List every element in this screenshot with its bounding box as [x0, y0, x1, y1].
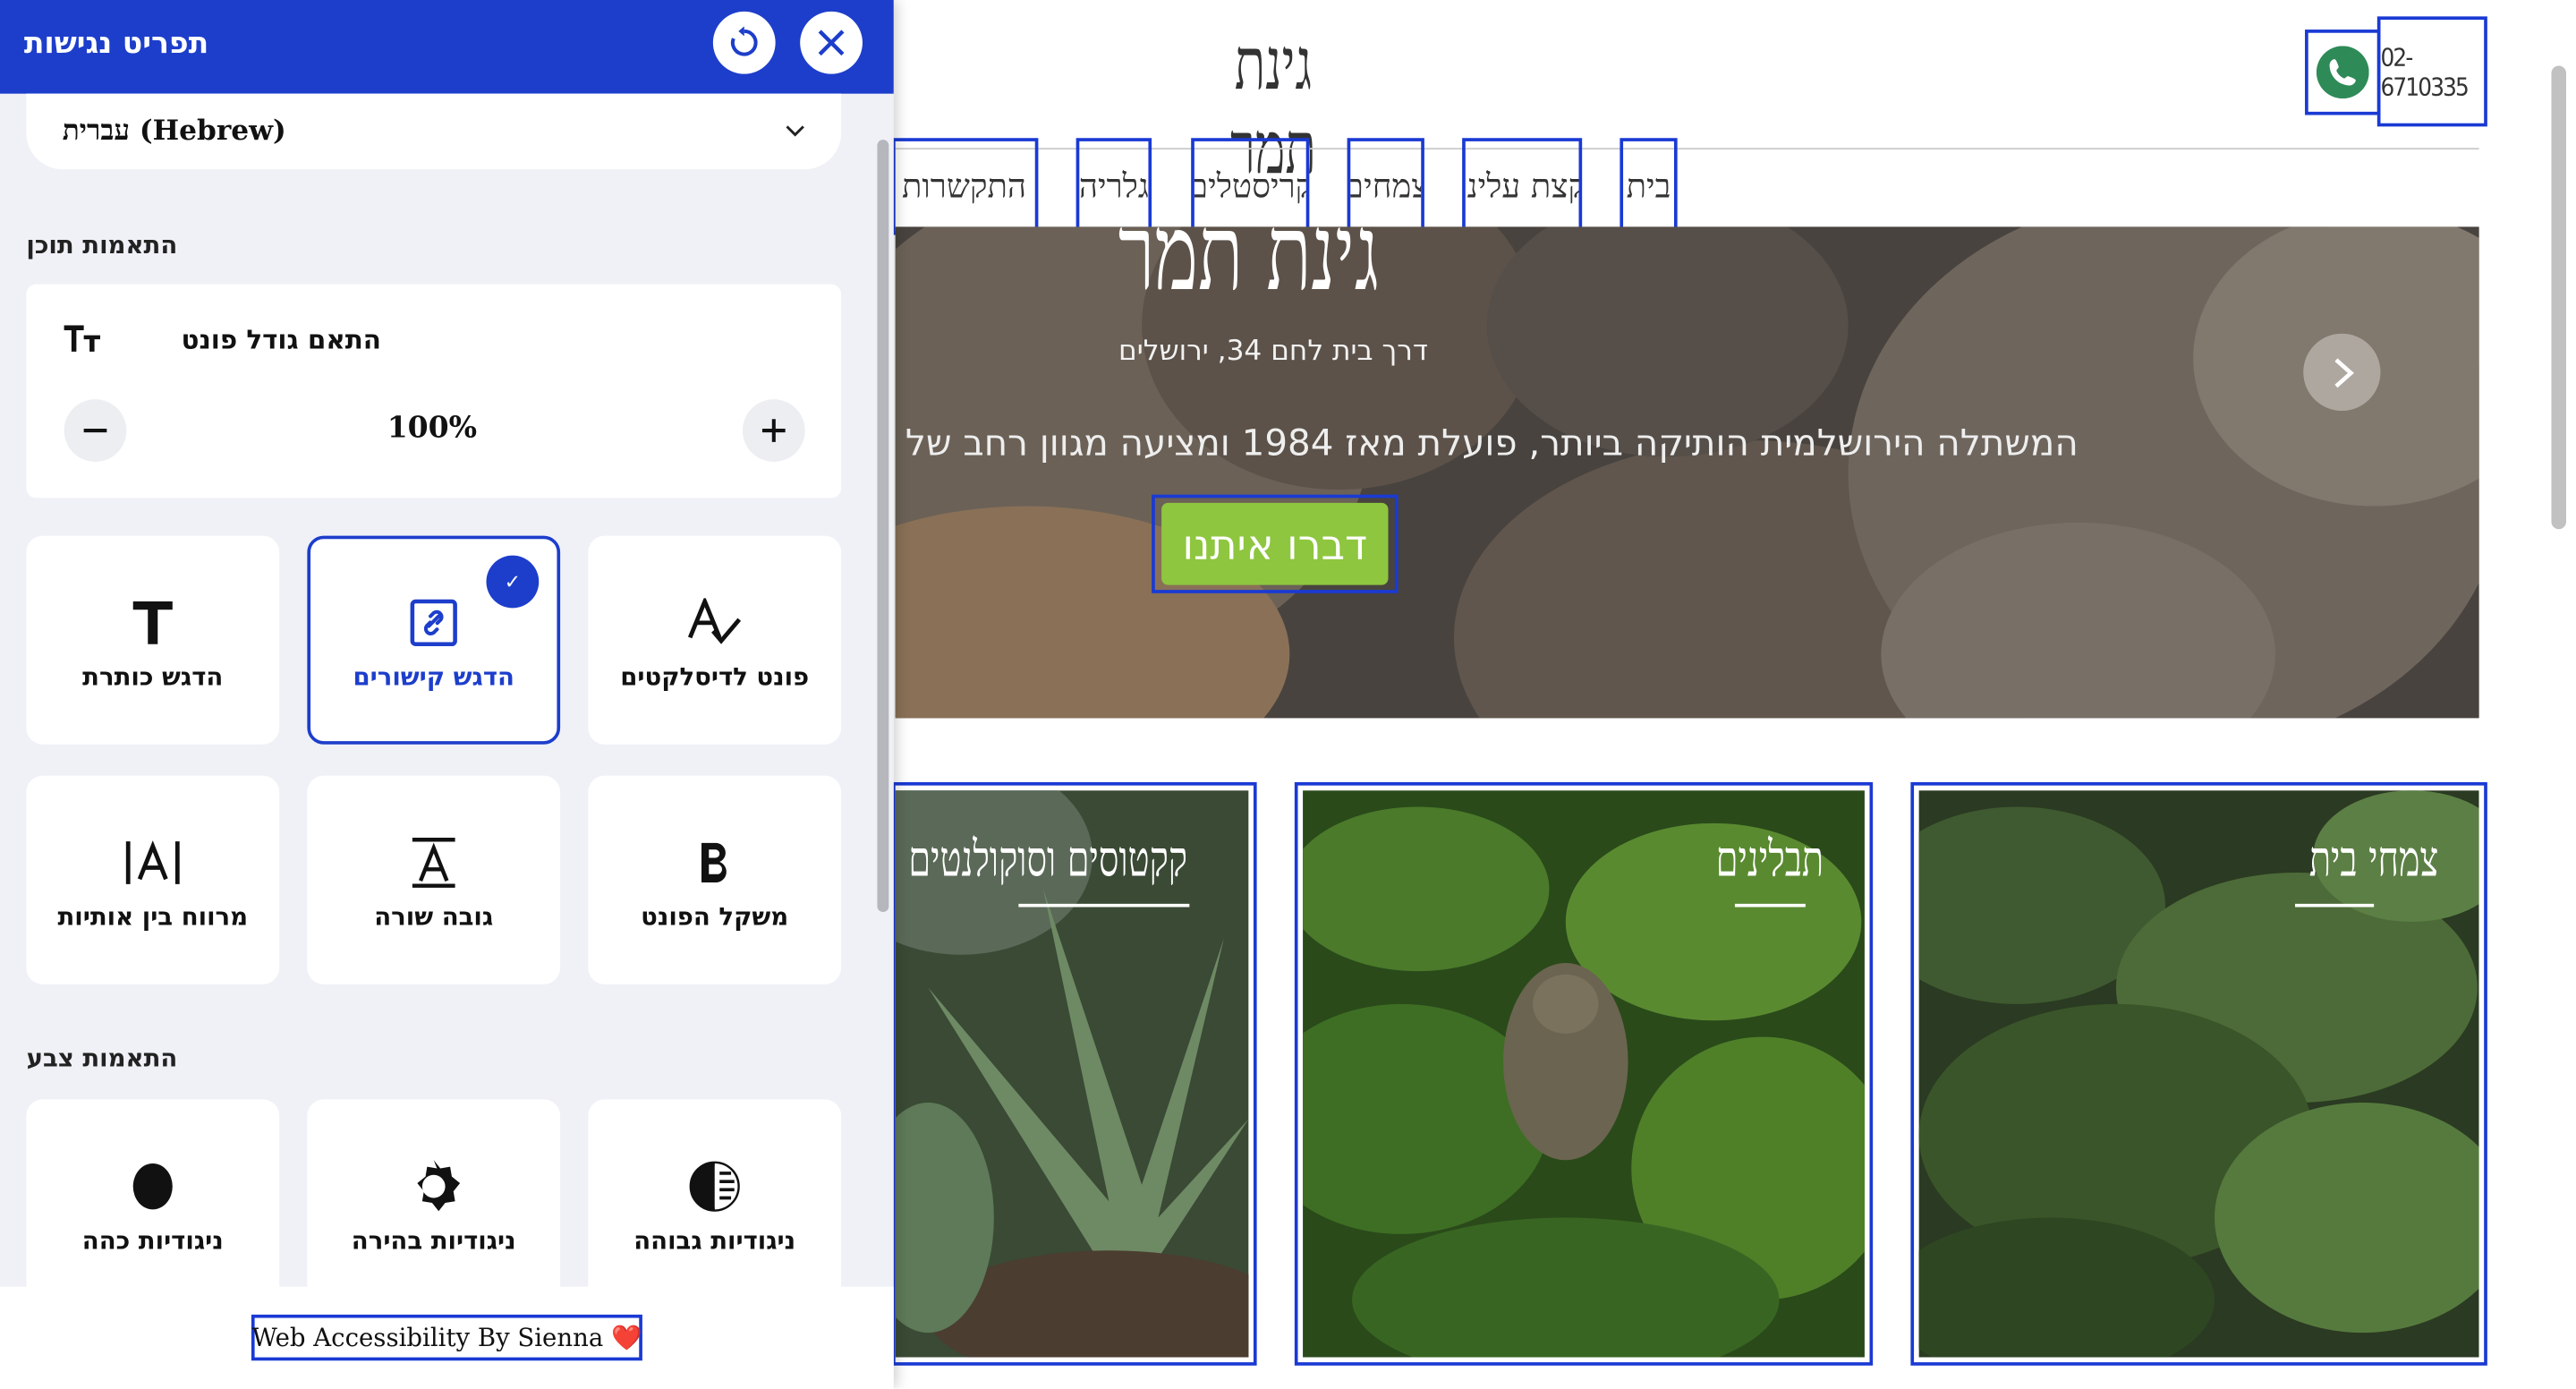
font-weight-tile[interactable]: משקל הפונט: [588, 775, 842, 984]
hero-address: דרך בית לחם 34, ירושלים: [1118, 335, 1428, 369]
category-card-cacti[interactable]: קקטוסים וסוקולנטים: [892, 781, 1257, 1366]
chevron-down-icon: [786, 125, 804, 137]
page-scrollbar[interactable]: [2551, 65, 2566, 530]
decrease-font-button[interactable]: [64, 399, 127, 462]
content-adjustments-heading: התאמות תוכן: [26, 230, 178, 260]
tile-label: ניגודיות כהה: [81, 1225, 224, 1256]
contact-us-button[interactable]: דברו איתנו: [1152, 494, 1399, 593]
hero-description: המשתלה הירושלמית הותיקה ביותר, פועלת מאז…: [896, 423, 2079, 465]
line-height-icon: [412, 838, 455, 888]
dark-contrast-icon: [132, 1163, 173, 1210]
close-icon: [818, 30, 845, 56]
tile-label: משקל הפונט: [641, 902, 789, 933]
link-icon: [410, 599, 457, 647]
minus-icon: [83, 429, 107, 433]
light-contrast-tile[interactable]: ניגודיות בהירה: [307, 1099, 561, 1308]
category-card-herbs[interactable]: תבלינים: [1294, 781, 1874, 1366]
color-adjustments-heading: התאמות צבע: [26, 1043, 178, 1073]
line-height-tile[interactable]: גובה שורה: [307, 775, 561, 984]
light-contrast-icon: [417, 1160, 461, 1212]
panel-scrollbar[interactable]: [877, 140, 889, 913]
tile-label: הדגש כותרת: [82, 661, 224, 692]
tile-label: פונט לדיסלקטים: [620, 661, 810, 692]
plus-icon: [761, 419, 786, 442]
tile-label: גובה שורה: [374, 902, 494, 933]
dyslexia-font-tile[interactable]: פונט לדיסלקטים: [588, 535, 842, 745]
font-size-control: [26, 284, 842, 499]
tile-label: ניגודיות גבוהה: [633, 1225, 796, 1256]
active-check-icon: ✓: [486, 555, 540, 609]
card-title-underline: [1018, 903, 1190, 908]
chevron-right-icon: [2334, 357, 2353, 388]
high-contrast-icon: [689, 1161, 740, 1212]
language-selected-value: עברית (Hebrew): [62, 115, 286, 149]
heading-T-icon: [132, 601, 173, 644]
accessibility-credit-link[interactable]: Web Accessibility By Sienna ❤️: [251, 1314, 642, 1361]
card-title-underline: [2295, 903, 2375, 908]
reset-button[interactable]: [712, 11, 776, 74]
contact-us-label: דברו איתנו: [1161, 502, 1389, 585]
language-select[interactable]: עברית (Hebrew): [26, 93, 842, 170]
nav-about[interactable]: קצת עלינו: [1462, 138, 1583, 235]
letter-spacing-tile[interactable]: מרווח בין אותיות: [26, 775, 280, 984]
text-size-icon: [63, 322, 102, 363]
accessibility-panel: תפריט נגישות עברית (Hebrew) התאמות תוכן …: [0, 0, 894, 1389]
phone-icon: [2316, 46, 2369, 99]
hero-title: גינת תמר: [1118, 193, 1379, 316]
phone-button[interactable]: [2305, 30, 2381, 115]
nav-home[interactable]: בית: [1620, 138, 1678, 235]
bold-B-icon: [701, 842, 727, 882]
tile-label: ניגודיות בהירה: [351, 1225, 516, 1256]
card-title-herbs: תבלינים: [1715, 831, 1824, 890]
panel-title: תפריט נגישות: [23, 26, 209, 61]
card-title-cacti: קקטוסים וסוקולנטים: [908, 831, 1188, 890]
close-button[interactable]: [800, 11, 863, 74]
phone-number-link[interactable]: 02-6710335: [2376, 16, 2487, 127]
highlight-titles-tile[interactable]: הדגש כותרת: [26, 535, 280, 745]
increase-font-button[interactable]: [742, 399, 805, 462]
category-card-houseplants[interactable]: צמחי בית: [1910, 781, 2487, 1366]
nav-contact[interactable]: דרכי התקשרות: [892, 138, 1039, 235]
high-contrast-tile[interactable]: ניגודיות גבוהה: [588, 1099, 842, 1308]
site-logo[interactable]: גינת תמר: [1187, 23, 1360, 191]
letter-spacing-icon: [125, 840, 180, 884]
font-size-value: 100%: [387, 411, 478, 446]
dark-contrast-tile[interactable]: ניגודיות כהה: [26, 1099, 280, 1308]
card-title-houseplants: צמחי בית: [2308, 831, 2438, 890]
dyslexia-font-icon: [687, 598, 742, 644]
card-title-underline: [1734, 903, 1806, 908]
tile-label: מרווח בין אותיות: [57, 902, 249, 933]
reset-icon: [730, 26, 758, 56]
font-size-label: התאם גודל פונט: [181, 323, 381, 355]
slider-next-button[interactable]: [2303, 333, 2381, 412]
tile-label: הדגש קישורים: [353, 661, 514, 692]
